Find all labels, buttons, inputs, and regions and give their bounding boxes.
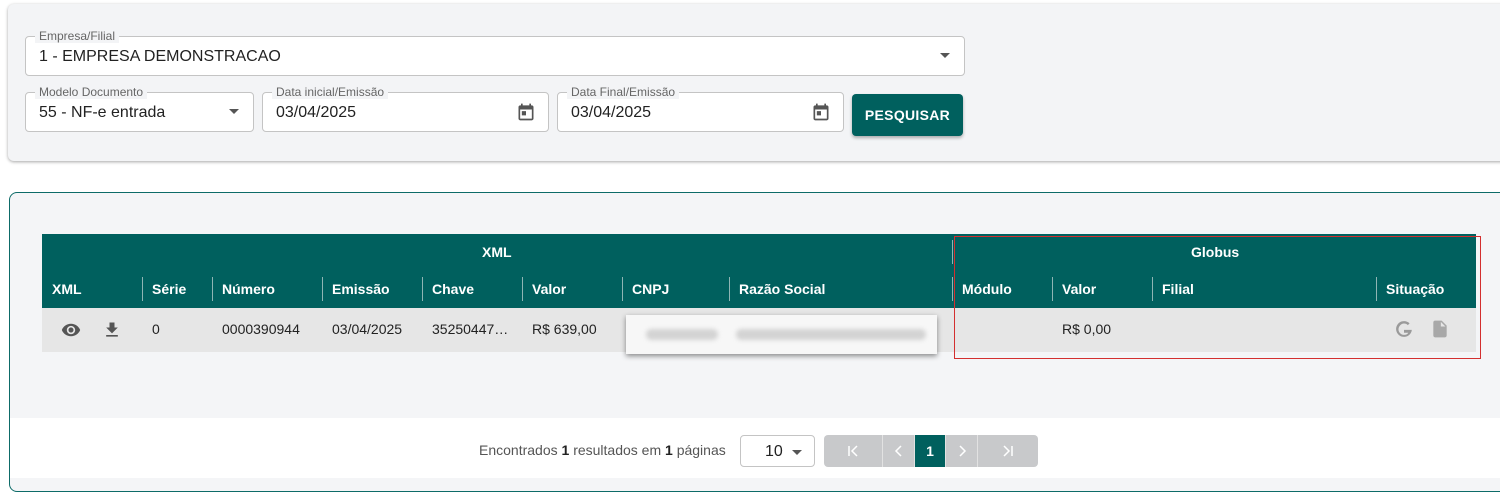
col-separator [142,277,143,301]
data-inicial-field[interactable]: Data inicial/Emissão 03/04/2025 [262,85,549,132]
calendar-icon[interactable] [811,102,831,122]
cell-serie: 0 [152,321,160,337]
col-cnpj[interactable]: CNPJ [632,281,669,297]
cell-chave: 35250447… [432,321,509,337]
col-separator [522,277,523,301]
data-inicial-value: 03/04/2025 [276,104,357,121]
col-separator [729,277,730,301]
empresa-select[interactable]: Empresa/Filial 1 - EMPRESA DEMONSTRACAO [25,29,965,76]
empresa-value: 1 - EMPRESA DEMONSTRACAO [39,48,281,65]
data-inicial-label: Data inicial/Emissão [272,85,389,99]
next-page-icon [958,445,966,457]
per-page-value: 10 [765,443,783,460]
col-numero[interactable]: Número [222,281,275,297]
data-final-field[interactable]: Data Final/Emissão 03/04/2025 [557,85,844,132]
group-xml-label: XML [482,244,512,260]
results-summary: Encontrados 1 resultados em 1 páginas [479,442,726,458]
first-page-button[interactable] [824,435,883,467]
redacted-cnpj [646,329,718,340]
col-separator [212,277,213,301]
page-button-1[interactable]: 1 [915,435,946,467]
chevron-down-icon [792,450,802,455]
group-divider [952,240,953,264]
modelo-value: 55 - NF-e entrada [39,104,166,121]
calendar-icon[interactable] [516,102,536,122]
cell-emissao: 03/04/2025 [332,321,403,337]
pagination-controls: 1 [824,435,1038,467]
summary-mid: resultados em [573,442,662,458]
prev-page-icon [894,445,902,457]
data-final-label: Data Final/Emissão [567,85,680,99]
summary-prefix: Encontrados [479,442,558,458]
chevron-down-icon [229,109,239,114]
col-chave[interactable]: Chave [432,281,474,297]
next-page-button[interactable] [946,435,978,467]
redacted-cnpj-razao-cell [626,315,937,354]
cell-numero: 0000390944 [222,321,300,337]
modelo-select[interactable]: Modelo Documento 55 - NF-e entrada [25,85,254,132]
col-valor[interactable]: Valor [532,281,566,297]
download-icon[interactable] [101,320,123,340]
last-page-button[interactable] [978,435,1038,467]
prev-page-button[interactable] [883,435,915,467]
col-separator [952,277,953,301]
data-final-value: 03/04/2025 [571,104,652,121]
summary-pages: 1 [665,442,673,458]
globus-highlight-box [954,236,1481,359]
modelo-label: Modelo Documento [35,85,148,99]
search-button[interactable]: PESQUISAR [852,94,963,136]
col-serie[interactable]: Série [152,281,186,297]
col-xml[interactable]: XML [52,281,82,297]
redacted-razao-social [736,329,926,340]
per-page-select[interactable]: 10 [740,435,815,467]
col-razao-social[interactable]: Razão Social [739,281,825,297]
col-emissao[interactable]: Emissão [332,281,390,297]
col-separator [322,277,323,301]
cell-valor: R$ 639,00 [532,321,597,337]
summary-count: 1 [561,442,570,458]
last-page-icon [1003,445,1013,457]
summary-suffix: páginas [676,442,726,458]
col-separator [622,277,623,301]
col-separator [422,277,423,301]
first-page-icon [848,445,858,457]
filter-card [8,4,1500,161]
empresa-label: Empresa/Filial [35,29,120,43]
chevron-down-icon [940,53,950,58]
eye-icon[interactable] [60,320,82,340]
